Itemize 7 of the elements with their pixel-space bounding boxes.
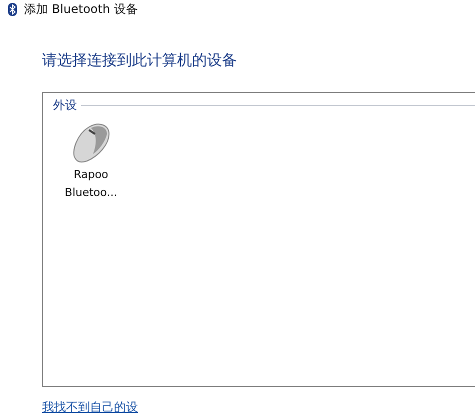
window-title: 添加 Bluetooth 设备 xyxy=(24,0,138,18)
device-name[interactable]: Rapoo xyxy=(74,168,108,182)
heading: 请选择连接到此计算机的设备 xyxy=(42,51,238,70)
group-label: 外设 xyxy=(53,97,77,114)
bluetooth-icon xyxy=(8,2,17,16)
device-name[interactable]: Bluetoo... xyxy=(64,186,118,200)
help-link[interactable]: 我找不到自己的设 xyxy=(42,399,138,416)
